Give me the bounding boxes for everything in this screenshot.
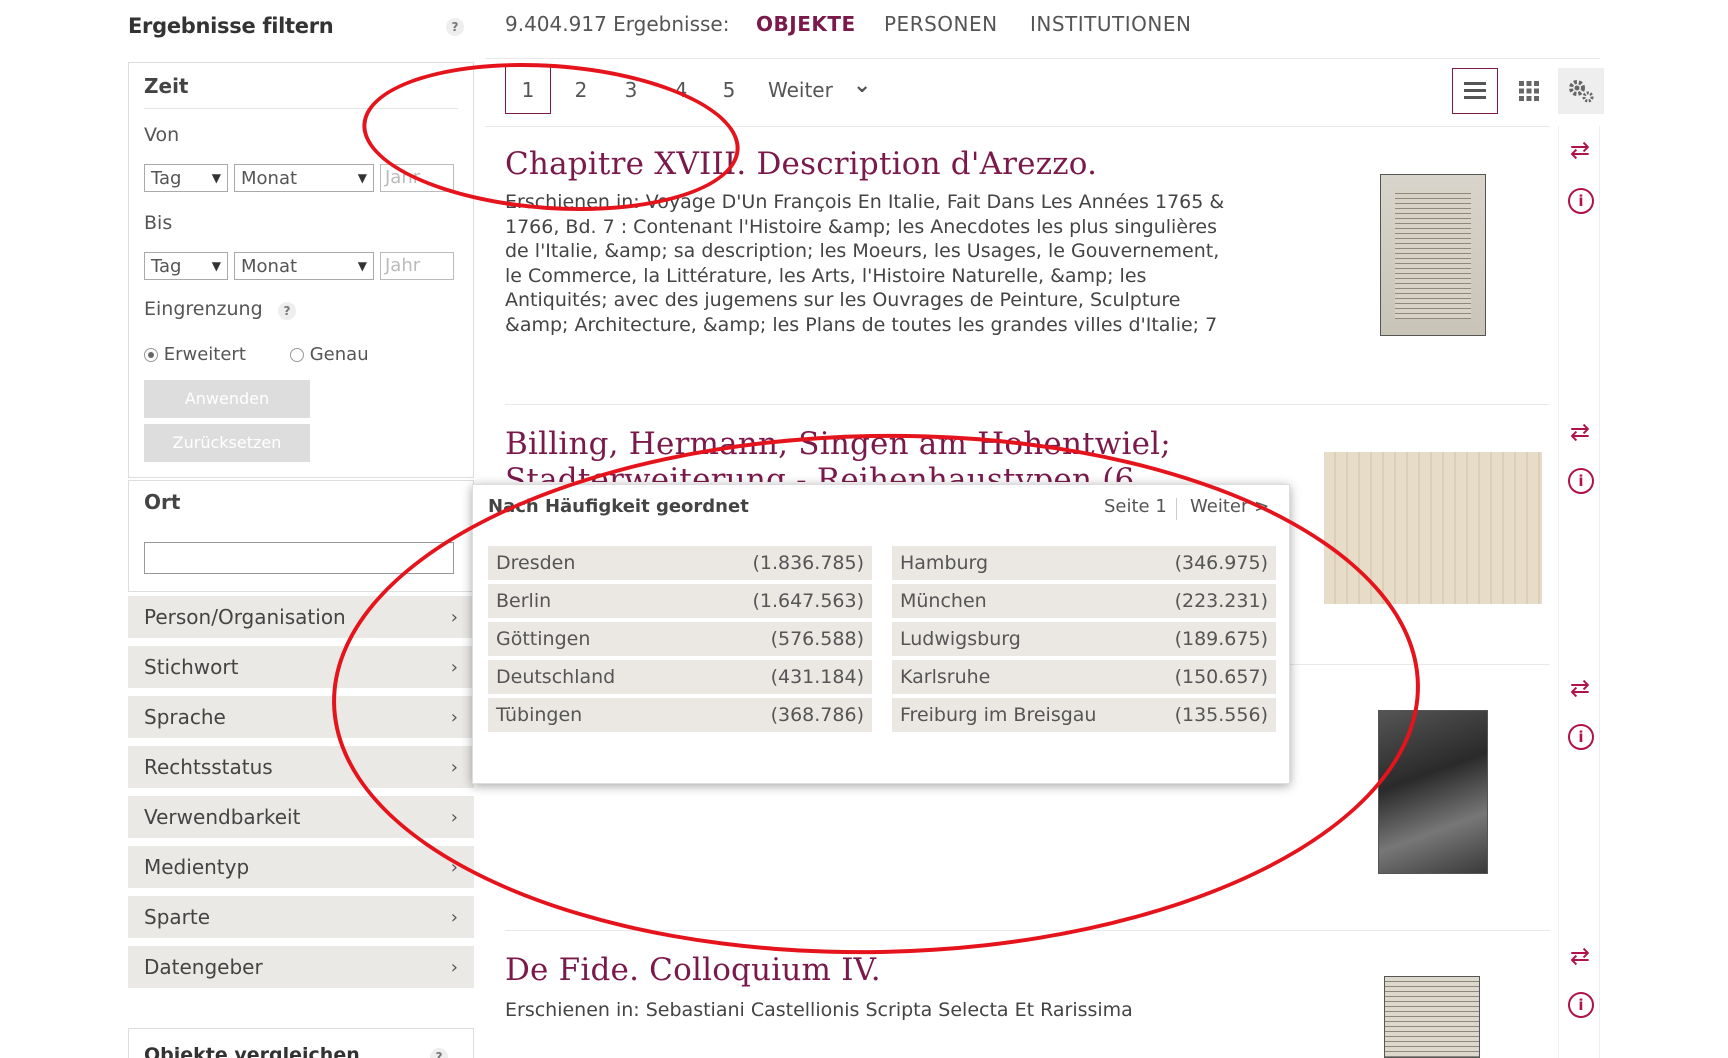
radio-genau[interactable]: Genau <box>290 344 369 365</box>
facet-sparte[interactable]: Sparte › <box>128 896 474 942</box>
grid-view-icon[interactable] <box>1506 68 1552 114</box>
facet-label: Verwendbarkeit <box>144 805 301 829</box>
tab-institutionen[interactable]: INSTITUTIONEN <box>1030 12 1191 36</box>
eingrenzung-label: Eingrenzung <box>144 298 263 320</box>
compare-arrows-icon[interactable]: ⇄ <box>1566 418 1594 446</box>
action-column <box>1558 126 1600 1058</box>
von-label: Von <box>144 124 180 146</box>
info-icon[interactable]: i <box>1568 468 1594 494</box>
result-title[interactable]: De Fide. Colloquium IV. <box>505 952 881 988</box>
select-value: Monat <box>241 255 298 277</box>
compare-arrows-icon[interactable]: ⇄ <box>1566 136 1594 164</box>
facet-datengeber[interactable]: Datengeber › <box>128 946 474 992</box>
filter-title: Ergebnisse filtern <box>128 14 334 38</box>
divider <box>485 58 1600 59</box>
compare-title: Objekte vergleichen <box>144 1044 360 1058</box>
select-value: Monat <box>241 167 298 189</box>
facet-label: Sparte <box>144 905 211 929</box>
help-icon[interactable]: ? <box>446 18 464 36</box>
info-icon[interactable]: i <box>1568 724 1594 750</box>
ort-heading: Ort <box>144 490 181 514</box>
facet-label: Rechtsstatus <box>144 755 273 779</box>
radio-erweitert[interactable]: Erweitert <box>144 344 246 365</box>
chevron-right-icon: › <box>450 956 458 978</box>
compare-arrows-icon[interactable]: ⇄ <box>1566 674 1594 702</box>
bis-month-select[interactable]: Monat ▼ <box>234 252 374 280</box>
radio-checked-icon <box>144 348 158 362</box>
facet-label: Person/Organisation <box>144 605 346 629</box>
help-icon[interactable]: ? <box>278 302 296 320</box>
dropdown-arrow-icon: ▼ <box>211 259 221 273</box>
next-page-button[interactable]: Weiter ⌄ <box>768 66 871 114</box>
von-month-select[interactable]: Monat ▼ <box>234 164 374 192</box>
tab-personen[interactable]: PERSONEN <box>884 12 998 36</box>
bis-label: Bis <box>144 212 173 234</box>
facet-label: Sprache <box>144 705 226 729</box>
reset-button[interactable]: Zurücksetzen <box>144 424 310 462</box>
chevron-down-icon: ⌄ <box>852 72 872 98</box>
info-icon[interactable]: i <box>1568 188 1594 214</box>
facet-label: Stichwort <box>144 655 239 679</box>
book-page-image <box>1395 189 1471 319</box>
result-description: Erschienen in: Sebastiani Castellionis S… <box>505 999 1133 1021</box>
info-icon[interactable]: i <box>1568 992 1594 1018</box>
radio-label: Erweitert <box>163 344 246 365</box>
dropdown-arrow-icon: ▼ <box>357 171 367 185</box>
select-value: Tag <box>151 167 182 189</box>
facet-medientyp[interactable]: Medientyp › <box>128 846 474 892</box>
dropdown-arrow-icon: ▼ <box>211 171 221 185</box>
divider <box>505 404 1550 405</box>
next-label: Weiter <box>768 78 833 102</box>
select-value: Tag <box>151 255 182 277</box>
compare-arrows-icon[interactable]: ⇄ <box>1566 942 1594 970</box>
zeit-heading: Zeit <box>144 74 189 98</box>
result-description: Erschienen in: Voyage D'Un François En I… <box>505 191 1225 336</box>
list-view-icon[interactable] <box>1452 68 1498 114</box>
facet-label: Medientyp <box>144 855 250 879</box>
von-day-select[interactable]: Tag ▼ <box>144 164 228 192</box>
dropdown-arrow-icon: ▼ <box>357 259 367 273</box>
bis-year-input[interactable]: Jahr <box>380 252 454 280</box>
result-count: 9.404.917 Ergebnisse: <box>505 12 730 36</box>
facet-label: Datengeber <box>144 955 263 979</box>
result-thumbnail[interactable] <box>1380 174 1486 336</box>
result-thumbnail[interactable] <box>1384 976 1480 1058</box>
settings-icon[interactable] <box>1558 68 1604 114</box>
bis-day-select[interactable]: Tag ▼ <box>144 252 228 280</box>
tab-objekte[interactable]: OBJEKTE <box>756 12 856 36</box>
radio-unchecked-icon <box>290 348 304 362</box>
radio-label: Genau <box>309 344 369 365</box>
chevron-right-icon: › <box>450 906 458 928</box>
apply-button[interactable]: Anwenden <box>144 380 310 418</box>
page-5-button[interactable]: 5 <box>714 66 744 114</box>
